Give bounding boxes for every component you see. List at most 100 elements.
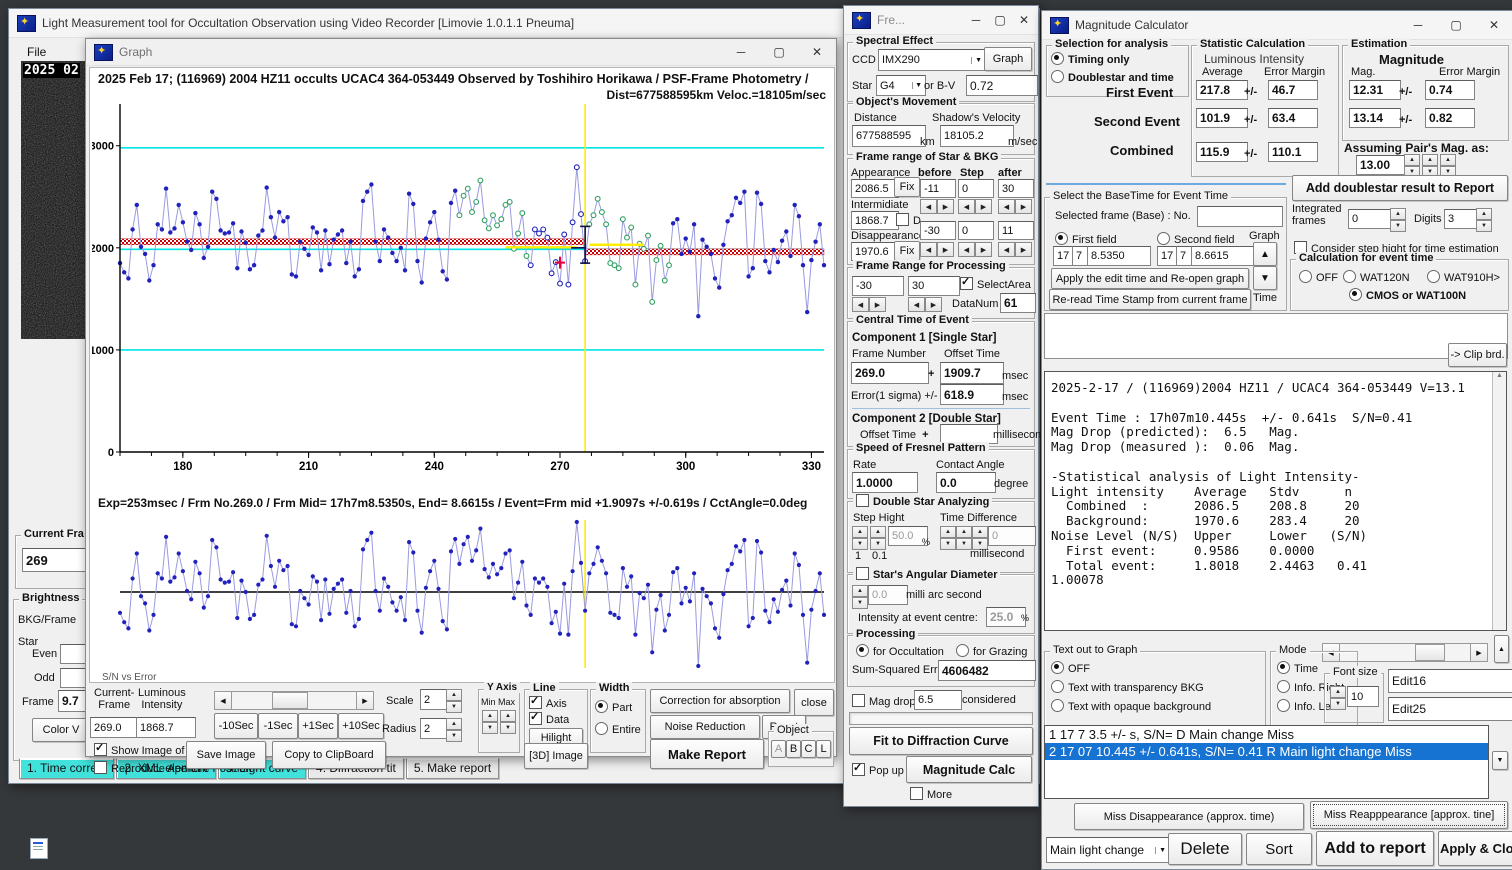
bv-field[interactable]: 0.72 bbox=[966, 75, 1038, 96]
app-before-spinner[interactable]: ◀ ▶ bbox=[920, 199, 954, 214]
desktop-shortcut-icon[interactable] bbox=[30, 838, 52, 862]
occultation-radio-icon[interactable] bbox=[856, 644, 869, 657]
object-a-button[interactable]: A bbox=[771, 740, 786, 758]
menu-file[interactable]: File bbox=[27, 45, 46, 59]
edit25-field[interactable]: Edit25 bbox=[1388, 697, 1512, 721]
frame-number-field[interactable]: 269.0 bbox=[851, 362, 929, 384]
sort-button[interactable]: Sort bbox=[1246, 833, 1312, 865]
popup-checkbox-icon[interactable] bbox=[852, 761, 865, 776]
event-list-item-2[interactable]: 2 17 07 10.445 +/- 0.641s, S/N= 0.41 R M… bbox=[1045, 743, 1488, 760]
app-after-spinner[interactable]: ◀ ▶ bbox=[998, 199, 1032, 214]
proc-from-spinner[interactable]: ◀ ▶ bbox=[852, 297, 886, 312]
timing-tab-5[interactable]: 5. Make report bbox=[405, 758, 500, 779]
font-size-field[interactable]: 10 bbox=[1347, 686, 1379, 707]
reread-timestamp-button[interactable]: Re-read Time Stamp from current frame bbox=[1049, 289, 1251, 310]
star-select[interactable]: G4 ▼ bbox=[876, 75, 926, 96]
add-doublestar-report-button[interactable]: Add doublestar result to Report bbox=[1292, 175, 1508, 201]
textout-transparency-radio-icon[interactable] bbox=[1051, 680, 1064, 693]
app-step-field[interactable]: 0 bbox=[958, 179, 994, 198]
second-err-field[interactable]: 63.4 bbox=[1268, 108, 1318, 128]
textout-transparency-radio[interactable]: Text with transparency BKG bbox=[1051, 680, 1204, 694]
yaxis-min-spinner[interactable]: ▲ ▼ bbox=[482, 710, 498, 734]
mag-drop-field[interactable]: 6.5 bbox=[914, 690, 962, 710]
fresnel-maximize-icon[interactable]: ▢ bbox=[988, 13, 1012, 27]
report-v-scrollbar[interactable]: ▲ bbox=[1492, 372, 1506, 630]
app-after-field[interactable]: 30 bbox=[998, 179, 1034, 198]
wat120n-radio-icon[interactable] bbox=[1343, 270, 1356, 283]
first-magerr-field[interactable]: 0.74 bbox=[1425, 80, 1475, 100]
magcalc-title-bar[interactable]: Magnitude Calculator ─ ▢ ✕ bbox=[1042, 11, 1512, 40]
list-down-button[interactable]: ▼ bbox=[1492, 751, 1508, 770]
app-before-field[interactable]: -11 bbox=[920, 179, 956, 198]
integrated-frames-field[interactable]: 0 bbox=[1348, 209, 1396, 229]
line-axis-checkbox[interactable]: Axis bbox=[529, 694, 567, 710]
mode-time-radio[interactable]: Time bbox=[1277, 661, 1318, 675]
proc-to-field[interactable]: 30 bbox=[908, 276, 960, 296]
second-field-radio[interactable]: Second field bbox=[1157, 232, 1235, 246]
contact-angle-field[interactable]: 0.0 bbox=[936, 472, 996, 493]
clip-board-button[interactable]: -> Clip brd. bbox=[1448, 343, 1507, 367]
digits-spinner[interactable]: ▲ ▼ bbox=[1476, 208, 1492, 232]
for-grazing-radio[interactable]: for Grazing bbox=[956, 644, 1027, 658]
cmos-radio[interactable]: CMOS or WAT100N bbox=[1349, 288, 1466, 302]
distance-field[interactable]: 677588595 bbox=[852, 125, 926, 147]
offset-time2-field[interactable] bbox=[940, 424, 998, 444]
first-mag-field[interactable]: 12.31 bbox=[1349, 80, 1401, 100]
event-type-dropdown-icon[interactable]: ▼ bbox=[1155, 846, 1166, 854]
textout-opaque-radio-icon[interactable] bbox=[1051, 699, 1064, 712]
time-diff-spinner1[interactable]: ▲ ▼ bbox=[940, 526, 956, 550]
appearance-field[interactable]: 2086.5 bbox=[851, 179, 899, 198]
miss-reappearance-button[interactable]: Miss Reapppearance [approx. tine] bbox=[1310, 801, 1508, 829]
3d-image-button[interactable]: [3D] Image bbox=[524, 743, 588, 769]
magcalc-close-icon[interactable]: ✕ bbox=[1475, 18, 1512, 32]
off-radio-icon[interactable] bbox=[1299, 270, 1312, 283]
more-checkbox[interactable]: More bbox=[910, 787, 952, 801]
wat910h-radio[interactable]: WAT910H> bbox=[1427, 270, 1500, 284]
cmos-radio-icon[interactable] bbox=[1349, 288, 1362, 301]
textout-off-radio-icon[interactable] bbox=[1051, 661, 1064, 674]
dis-before-spinner[interactable]: ◀ ▶ bbox=[920, 242, 954, 257]
selectarea-checkbox[interactable]: SelectArea bbox=[960, 275, 1031, 291]
width-entire-radio[interactable]: Entire bbox=[595, 722, 641, 736]
magcalc-maximize-icon[interactable]: ▢ bbox=[1437, 18, 1475, 32]
reproduce-checkbox-icon[interactable] bbox=[94, 761, 107, 774]
dis-before-field[interactable]: -30 bbox=[920, 221, 956, 240]
edit16-field[interactable]: Edit16 bbox=[1388, 669, 1512, 693]
timing-only-radio-icon[interactable] bbox=[1051, 52, 1064, 65]
second-avg-field[interactable]: 101.9 bbox=[1196, 108, 1248, 128]
width-part-radio[interactable]: Part bbox=[595, 700, 632, 714]
doublestar-time-radio[interactable]: Doublestar and time bbox=[1051, 70, 1174, 84]
for-occultation-radio[interactable]: for Occultation bbox=[856, 644, 944, 658]
color-v-button[interactable]: Color V bbox=[32, 718, 90, 742]
event-list[interactable]: 1 17 7 3.5 +/- s, S/N= D Main change Mis… bbox=[1044, 725, 1489, 799]
d-checkbox[interactable]: D bbox=[896, 213, 921, 227]
dis-after-spinner[interactable]: ◀ ▶ bbox=[998, 242, 1032, 257]
event-list-item-1[interactable]: 1 17 7 3.5 +/- s, S/N= D Main change Mis… bbox=[1045, 726, 1488, 743]
noise-reduction-button[interactable]: Noise Reduction bbox=[650, 715, 760, 739]
save-image-button[interactable]: Save Image bbox=[186, 741, 266, 769]
proc-from-field[interactable]: -30 bbox=[852, 276, 904, 296]
popup-checkbox[interactable]: Pop up bbox=[852, 761, 904, 777]
plus10sec-button[interactable]: +10Sec bbox=[338, 713, 384, 739]
graph-maximize-icon[interactable]: ▢ bbox=[760, 45, 798, 59]
fresnel-close-icon[interactable]: ✕ bbox=[1012, 13, 1036, 27]
integrated-spinner[interactable]: ▲ ▼ bbox=[1390, 208, 1406, 232]
textout-off-radio[interactable]: OFF bbox=[1051, 661, 1090, 675]
assume-mag-field[interactable]: 13.00 bbox=[1356, 155, 1408, 175]
dis-step-spinner[interactable]: ◀ ▶ bbox=[958, 242, 992, 257]
wat910h-radio-icon[interactable] bbox=[1427, 270, 1440, 283]
apply-edit-time-button[interactable]: Apply the edit time and Re-open graph bbox=[1051, 268, 1249, 289]
offset-time-field[interactable]: 1909.7 bbox=[940, 362, 1004, 384]
second-field-radio-icon[interactable] bbox=[1157, 232, 1170, 245]
sum-squared-error-field[interactable]: 4606482 bbox=[938, 660, 1036, 681]
off-radio[interactable]: OFF bbox=[1299, 270, 1338, 284]
object-l-button[interactable]: L bbox=[816, 740, 831, 758]
miss-disappearance-button[interactable]: Miss Disappearance (approx. time) bbox=[1074, 803, 1304, 830]
close-button[interactable]: close bbox=[794, 689, 834, 716]
minus1sec-button[interactable]: -1Sec bbox=[258, 713, 298, 739]
correction-absorption-button[interactable]: Correction for absorption bbox=[650, 689, 790, 713]
mode-time-radio-icon[interactable] bbox=[1277, 661, 1290, 674]
line-data-checkbox[interactable]: Data bbox=[529, 710, 569, 726]
graph-h-scrollbar[interactable]: ◀ ▶ bbox=[214, 691, 374, 710]
mag-drop-checkbox[interactable]: Mag drop bbox=[852, 694, 915, 708]
